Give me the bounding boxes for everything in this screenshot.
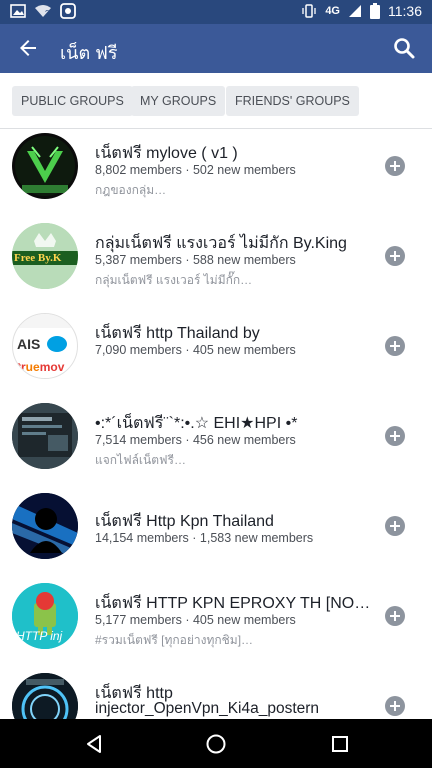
join-group-plus-icon[interactable] [385,246,405,266]
network-type: 4G [325,5,340,17]
friends-groups-filter[interactable]: FRIENDS' GROUPS [226,86,359,116]
signal-icon [349,5,361,17]
clock: 11:36 [388,3,422,19]
group-member-count: 14,154 members · 1,583 new members [95,531,314,545]
group-list: เน็ตฟรี mylove ( v1 ) 8,802 members · 50… [0,129,432,719]
group-avatar-label: AIS [17,336,41,352]
join-group-plus-icon[interactable] [385,156,405,176]
search-icon[interactable] [392,36,416,60]
group-member-count: 7,514 members · 456 new members [95,433,296,447]
recents-square-icon[interactable] [329,733,351,755]
group-avatar [12,493,78,559]
group-member-count: 7,090 members · 405 new members [95,343,296,357]
group-avatar: HTTP inj [12,583,78,649]
system-navigation-bar [0,719,432,768]
image-notification-icon [10,4,26,18]
group-row[interactable]: AIS truemov เน็ตฟรี http Thailand by 7,0… [0,309,432,399]
group-avatar-brand: truemov [17,360,65,374]
group-avatar [12,403,78,469]
join-group-plus-icon[interactable] [385,426,405,446]
status-bar: ? 4G 11:36 [0,0,432,24]
group-description: กลุ่มเน็ตฟรี แรงเวอร์ ไม่มีกั๊ก… [95,273,253,287]
group-description: แจกไฟล์เน็ตฟรี… [95,453,186,467]
group-row[interactable]: เน็ตฟรี mylove ( v1 ) 8,802 members · 50… [0,129,432,219]
group-avatar [12,673,78,719]
home-circle-icon[interactable] [205,733,227,755]
group-avatar [12,133,78,199]
search-query-title[interactable]: เน็ต ฟรี [60,38,118,67]
vibrate-icon [302,4,316,18]
public-groups-filter[interactable]: PUBLIC GROUPS [12,86,133,116]
join-group-plus-icon[interactable] [385,516,405,536]
wifi-question-icon: ? [35,5,51,18]
join-group-plus-icon[interactable] [385,696,405,716]
group-description: กฎของกลุ่ม… [95,183,167,197]
group-row[interactable]: •:*´เน็ตฟรี¨`*:•.☆ EHI★HPI •* 7,514 memb… [0,399,432,489]
group-member-count: 5,177 members · 405 new members [95,613,296,627]
group-row[interactable]: เน็ตฟรี http injector_OpenVpn_Ki4a_poste… [0,669,432,719]
group-name-line-2[interactable]: injector_OpenVpn_Ki4a_postern [95,700,319,718]
group-row[interactable]: HTTP inj เน็ตฟรี HTTP KPN EPROXY TH [NO…… [0,579,432,669]
back-triangle-icon[interactable] [83,733,105,755]
group-description: #รวมเน็ตฟรี [ทุกอย่างทุกชิม]… [95,633,254,647]
app-bar: เน็ต ฟรี [0,24,432,73]
svg-text:?: ? [45,9,50,18]
battery-icon [370,3,380,19]
group-row[interactable]: Free By.K กลุ่มเน็ตฟรี แรงเวอร์ ไม่มีกัก… [0,219,432,309]
my-groups-filter[interactable]: MY GROUPS [131,86,226,116]
group-avatar: Free By.K [12,223,78,289]
group-row[interactable]: เน็ตฟรี Http Kpn Thailand 14,154 members… [0,489,432,579]
join-group-plus-icon[interactable] [385,606,405,626]
group-avatar-label: Free By.K [14,252,62,264]
join-group-plus-icon[interactable] [385,336,405,356]
group-avatar-label: HTTP inj [16,629,63,643]
camera-notification-icon [60,3,76,19]
back-arrow-icon[interactable] [16,36,40,60]
group-member-count: 8,802 members · 502 new members [95,163,296,177]
group-member-count: 5,387 members · 588 new members [95,253,296,267]
filter-bar: PUBLIC GROUPS MY GROUPS FRIENDS' GROUPS [0,73,432,129]
group-avatar: AIS truemov [12,313,78,379]
